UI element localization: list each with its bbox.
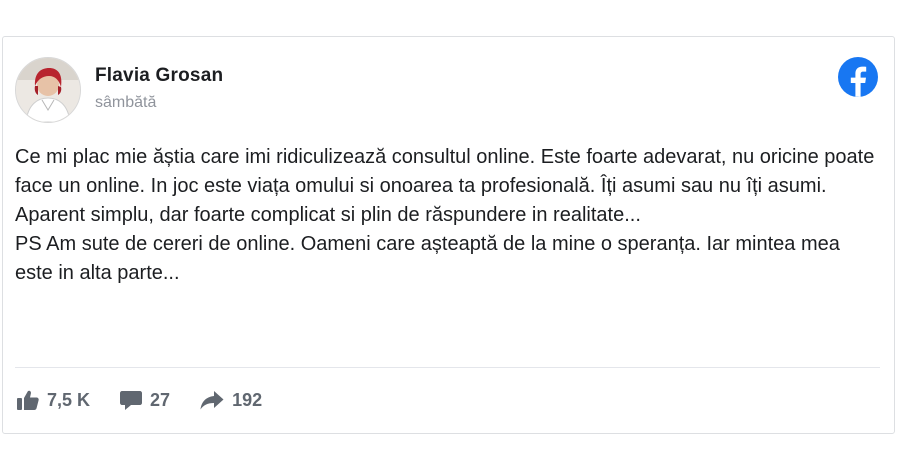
author-name[interactable]: Flavia Grosan bbox=[95, 65, 223, 87]
post-paragraph-2: PS Am sute de cereri de online. Oameni c… bbox=[15, 233, 840, 284]
author-avatar[interactable] bbox=[15, 57, 81, 123]
comment-count-label: 27 bbox=[150, 389, 171, 410]
share-count[interactable]: 192 bbox=[200, 390, 262, 411]
facebook-logo-icon[interactable] bbox=[838, 57, 878, 97]
avatar-photo bbox=[16, 58, 80, 122]
share-count-label: 192 bbox=[232, 389, 263, 410]
engagement-bar: 7,5 K 27 192 bbox=[17, 383, 292, 417]
post-card: Flavia Grosan sâmbătă Ce mi plac mie ășt… bbox=[2, 36, 895, 434]
share-arrow-icon bbox=[200, 391, 224, 410]
post-paragraph-1: Ce mi plac mie ăștia care imi ridiculize… bbox=[15, 146, 875, 226]
divider bbox=[15, 367, 880, 368]
comment-count[interactable]: 27 bbox=[120, 390, 170, 411]
like-count[interactable]: 7,5 K bbox=[17, 390, 90, 411]
speech-bubble-icon bbox=[120, 391, 143, 410]
like-count-label: 7,5 K bbox=[47, 389, 91, 410]
post-timestamp[interactable]: sâmbătă bbox=[95, 94, 156, 112]
post-text: Ce mi plac mie ăștia care imi ridiculize… bbox=[15, 143, 877, 288]
thumbs-up-icon bbox=[17, 390, 39, 410]
